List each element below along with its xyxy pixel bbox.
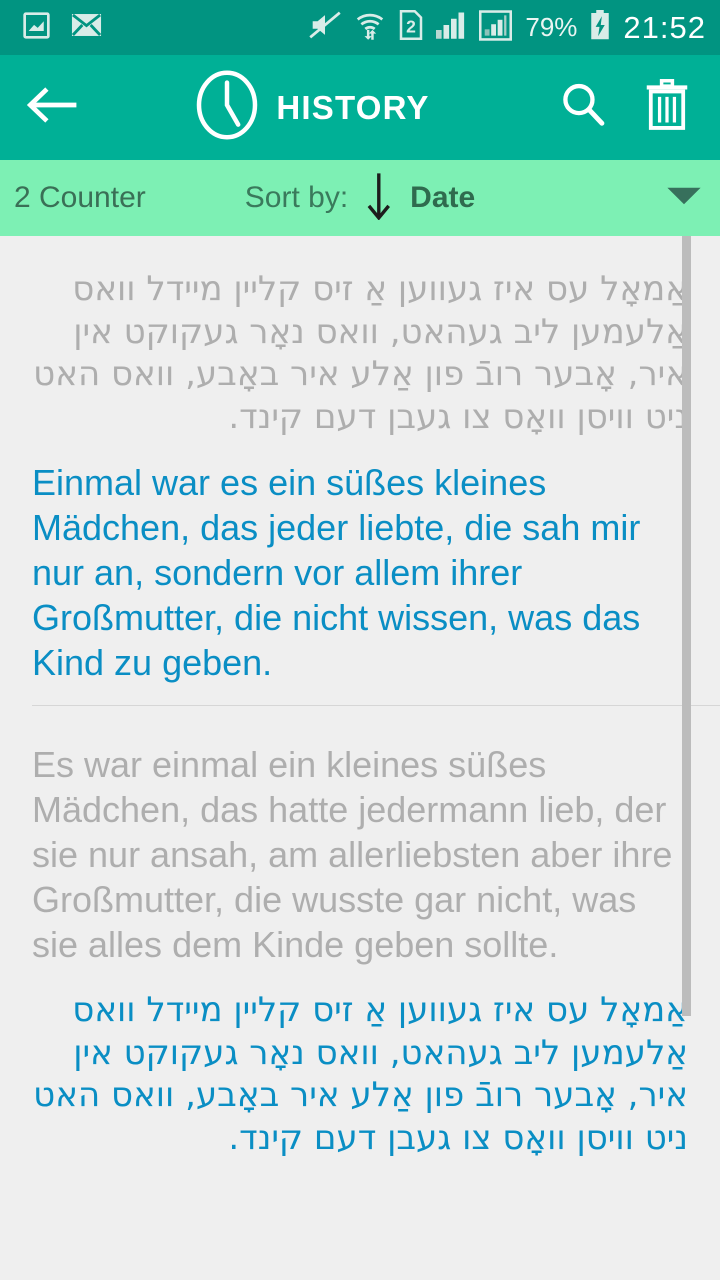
app-bar-title-group: HISTORY <box>74 70 552 145</box>
list-item[interactable]: אַמאָל עס איז געווען אַ זיס קליין מיידל … <box>0 236 720 685</box>
clock-icon <box>196 70 258 145</box>
sim2-icon: 2 <box>399 10 423 45</box>
trash-icon <box>643 78 691 137</box>
sort-bar: 2 Counter Sort by: Date <box>0 160 720 236</box>
status-bar: 2 79% 21:52 <box>0 0 720 55</box>
delete-history-button[interactable] <box>636 77 698 139</box>
sort-control[interactable]: Sort by: Date <box>245 172 475 225</box>
page-title: HISTORY <box>276 88 430 126</box>
entry-source-text: Es war einmal ein kleines süßes Mädchen,… <box>32 744 673 965</box>
arrow-down-icon[interactable] <box>366 172 392 225</box>
wifi-icon <box>354 10 386 45</box>
signal-bars-icon <box>436 11 466 44</box>
sort-value-label: Date <box>410 181 476 214</box>
svg-text:2: 2 <box>407 17 417 37</box>
history-list[interactable]: אַמאָל עס איז געווען אַ זיס קליין מיידל … <box>0 236 720 1280</box>
arrow-left-icon <box>26 85 79 130</box>
mute-icon <box>309 11 342 44</box>
list-item[interactable]: Es war einmal ein kleines süßes Mädchen,… <box>0 706 720 1159</box>
search-button[interactable] <box>552 77 614 139</box>
signal-boxed-icon <box>479 9 513 46</box>
entry-target-text: Einmal war es ein süßes kleines Mädchen,… <box>32 462 641 683</box>
status-bar-left-icons <box>22 11 102 45</box>
search-icon <box>560 82 606 133</box>
battery-charging-icon <box>590 10 610 45</box>
mail-icon <box>71 13 102 42</box>
status-bar-clock: 21:52 <box>623 9 706 45</box>
entry-target-text: אַמאָל עס איז געווען אַ זיס קליין מיידל … <box>33 990 688 1158</box>
status-bar-right-icons: 2 79% 21:52 <box>309 10 706 46</box>
triangle-down-icon[interactable] <box>666 184 702 213</box>
app-bar: HISTORY <box>0 55 720 160</box>
scrollbar-thumb[interactable] <box>682 236 691 1016</box>
sort-by-label: Sort by: <box>244 181 349 214</box>
image-icon <box>22 11 51 45</box>
scrollbar[interactable] <box>682 236 691 1280</box>
counter-label: 2 Counter <box>14 181 146 214</box>
battery-percent-label: 79% <box>525 12 578 42</box>
entry-source-text: אַמאָל עס איז געווען אַ זיס קליין מיידל … <box>33 269 688 437</box>
